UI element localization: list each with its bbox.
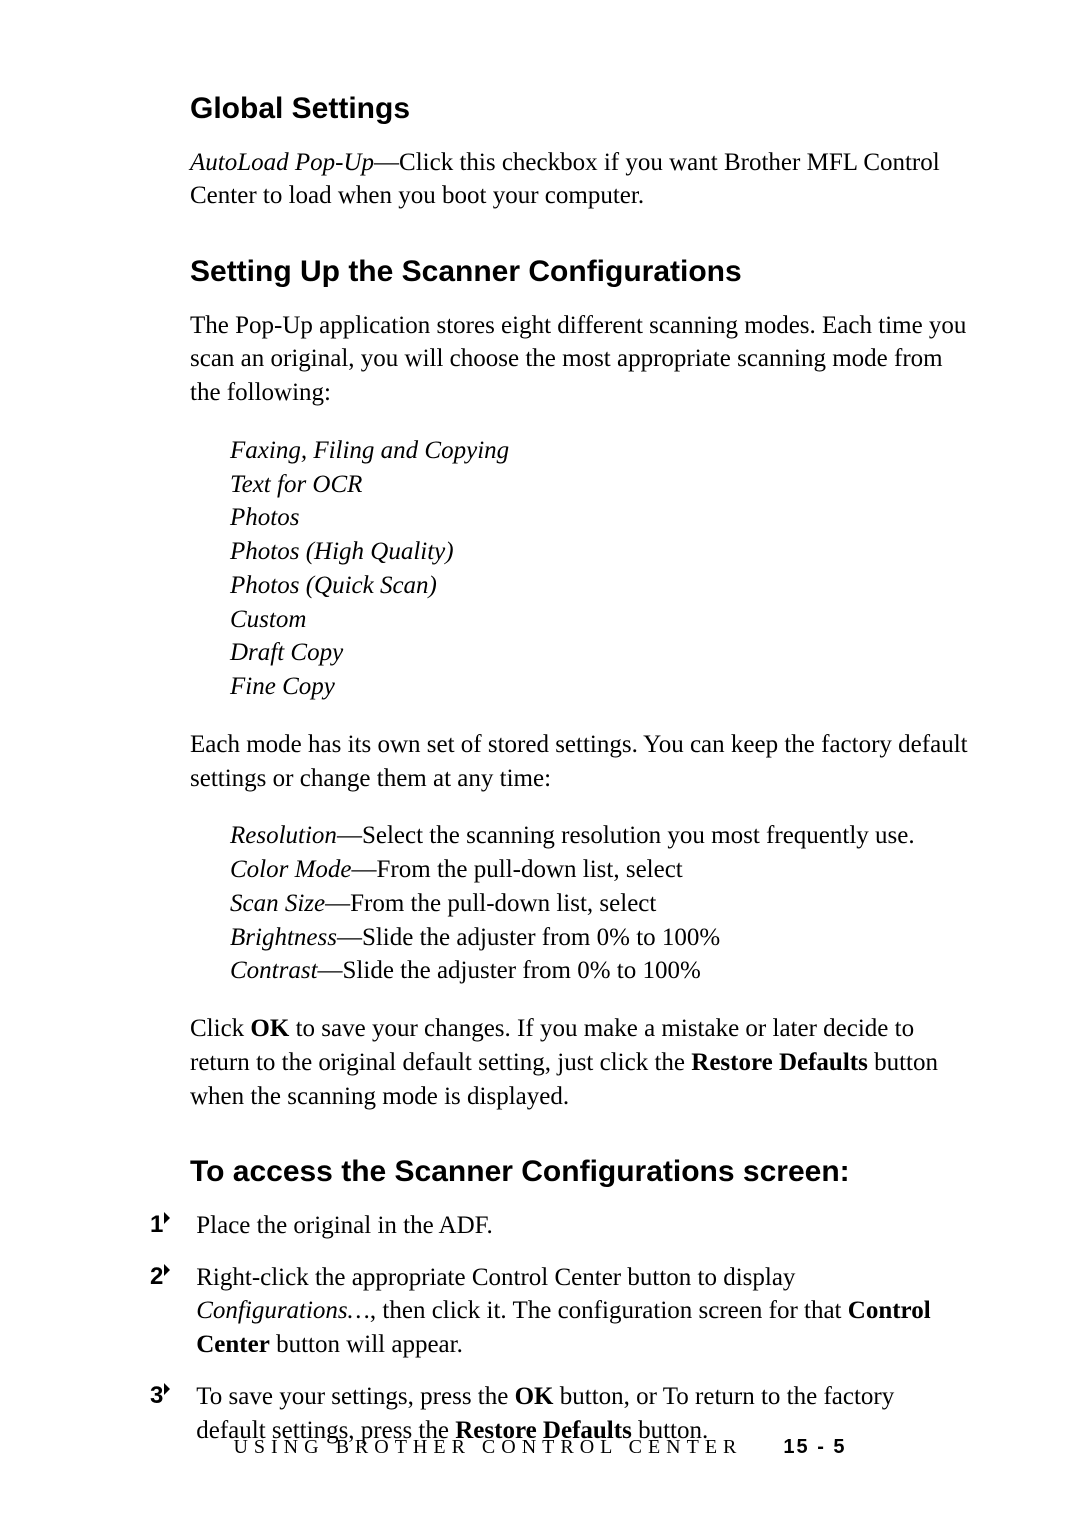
mode-item: Faxing, Filing and Copying xyxy=(230,434,970,468)
list-scan-modes: Faxing, Filing and Copying Text for OCR … xyxy=(230,434,970,704)
step-body: Right-click the appropriate Control Cent… xyxy=(196,1261,966,1362)
step-body: Place the original in the ADF. xyxy=(196,1209,966,1243)
mode-item: Photos xyxy=(230,501,970,535)
text: To save your settings, press the xyxy=(196,1383,514,1410)
mode-item: Custom xyxy=(230,603,970,637)
footer-page-number: 15 - 5 xyxy=(783,1436,846,1458)
arrow-right-icon xyxy=(164,1212,170,1224)
step-number-icon: 3 xyxy=(150,1380,190,1412)
footer-section-title: USING BROTHER CONTROL CENTER xyxy=(233,1436,742,1458)
setting-desc: —Select the scanning resolution you most… xyxy=(337,822,915,849)
text: Right-click the appropriate Control Cent… xyxy=(196,1264,795,1291)
paragraph-settings-intro: Each mode has its own set of stored sett… xyxy=(190,728,970,796)
heading-global-settings: Global Settings xyxy=(190,90,970,128)
setting-name: Brightness xyxy=(230,924,337,951)
step-number: 2 xyxy=(150,1263,163,1290)
step-item: 2 Right-click the appropriate Control Ce… xyxy=(150,1261,970,1362)
label-autoload-popup: AutoLoad Pop-Up xyxy=(190,149,374,176)
setting-name: Scan Size xyxy=(230,890,325,917)
setting-item: Scan Size—From the pull-down list, selec… xyxy=(230,887,970,921)
text: , then click it. The configuration scree… xyxy=(370,1297,848,1324)
setting-name: Resolution xyxy=(230,822,337,849)
mode-item: Draft Copy xyxy=(230,636,970,670)
setting-desc: —From the pull-down list, select xyxy=(325,890,656,917)
step-number: 1 xyxy=(150,1211,163,1238)
mode-item: Text for OCR xyxy=(230,468,970,502)
step-item: 1 Place the original in the ADF. xyxy=(150,1209,970,1243)
setting-name: Contrast xyxy=(230,957,318,984)
setting-desc: —Slide the adjuster from 0% to 100% xyxy=(337,924,720,951)
heading-scanner-config: Setting Up the Scanner Configurations xyxy=(190,253,970,291)
text: Click xyxy=(190,1015,250,1042)
step-number-icon: 2 xyxy=(150,1261,190,1293)
label-restore-defaults: Restore Defaults xyxy=(691,1049,868,1076)
ordered-steps: 1 Place the original in the ADF. 2 Right… xyxy=(190,1209,970,1448)
paragraph-scancfg-closing: Click OK to save your changes. If you ma… xyxy=(190,1012,970,1113)
setting-item: Resolution—Select the scanning resolutio… xyxy=(230,819,970,853)
arrow-right-icon xyxy=(164,1383,170,1395)
setting-desc: —Slide the adjuster from 0% to 100% xyxy=(318,957,701,984)
paragraph-scancfg-intro: The Pop-Up application stores eight diff… xyxy=(190,309,970,410)
manual-page: Global Settings AutoLoad Pop-Up—Click th… xyxy=(0,0,1080,1529)
menu-name-configurations: Configurations… xyxy=(196,1297,370,1324)
setting-item: Contrast—Slide the adjuster from 0% to 1… xyxy=(230,954,970,988)
mode-item: Photos (Quick Scan) xyxy=(230,569,970,603)
page-footer: USING BROTHER CONTROL CENTER 15 - 5 xyxy=(0,1436,1080,1459)
text: button will appear. xyxy=(270,1331,463,1358)
heading-access-scanner-config: To access the Scanner Configurations scr… xyxy=(190,1153,970,1191)
step-number-icon: 1 xyxy=(150,1209,190,1241)
setting-desc: —From the pull-down list, select xyxy=(352,856,683,883)
setting-item: Brightness—Slide the adjuster from 0% to… xyxy=(230,921,970,955)
mode-item: Photos (High Quality) xyxy=(230,535,970,569)
list-mode-settings: Resolution—Select the scanning resolutio… xyxy=(230,819,970,988)
setting-name: Color Mode xyxy=(230,856,352,883)
step-number: 3 xyxy=(150,1382,163,1409)
label-ok: OK xyxy=(515,1383,554,1410)
label-ok: OK xyxy=(250,1015,289,1042)
mode-item: Fine Copy xyxy=(230,670,970,704)
arrow-right-icon xyxy=(164,1264,170,1276)
setting-item: Color Mode—From the pull-down list, sele… xyxy=(230,853,970,887)
paragraph-autoload: AutoLoad Pop-Up—Click this checkbox if y… xyxy=(190,146,970,214)
